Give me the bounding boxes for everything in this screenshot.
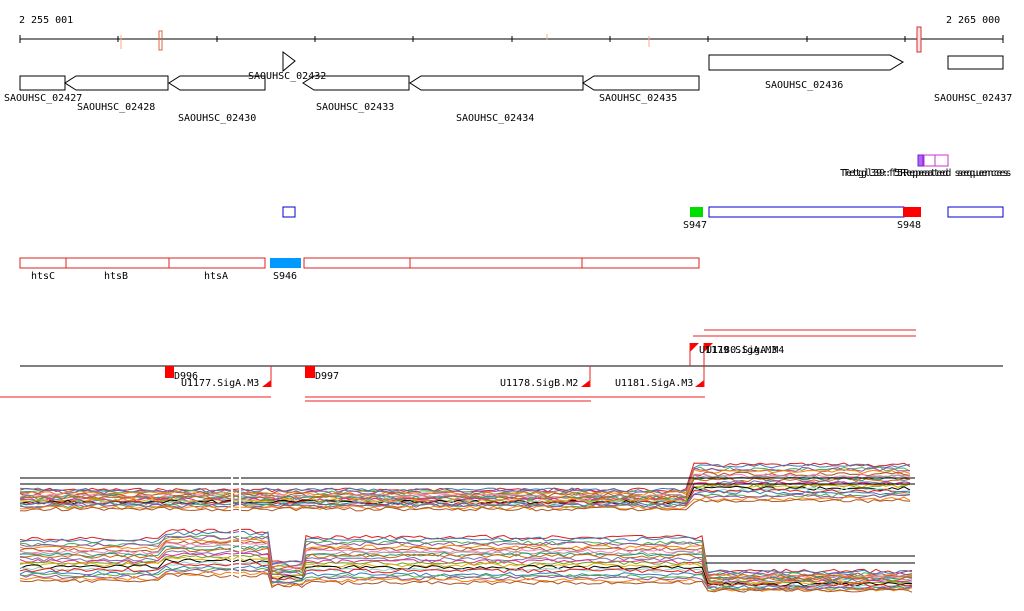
gene-sauohsc-02434[interactable] bbox=[409, 75, 584, 91]
s946-feature[interactable] bbox=[270, 258, 301, 268]
gene-sauohsc-02437[interactable] bbox=[947, 55, 1004, 70]
expression-track-bottom bbox=[19, 528, 913, 593]
expression-trace bbox=[19, 462, 911, 493]
ruler-left-label: 2 255 001 bbox=[19, 15, 73, 26]
gene-sauohsc-02428[interactable] bbox=[64, 75, 169, 91]
u1178-label: U1178.SigB.M2 bbox=[500, 378, 578, 389]
d996-marker[interactable] bbox=[165, 366, 174, 378]
d997-marker[interactable] bbox=[305, 366, 315, 378]
u1181-label: U1181.SigA.M3 bbox=[615, 378, 693, 389]
gene-label: SAOUHSC_02427 bbox=[4, 93, 82, 104]
s948-feature[interactable] bbox=[903, 207, 921, 217]
s947-feature[interactable] bbox=[690, 207, 703, 217]
u1177-label: U1177.SigA.M3 bbox=[181, 378, 259, 389]
promoter-track: D996 D997 U1177.SigA.M3 U1178.SigB.M2 U1… bbox=[0, 329, 1003, 402]
s-feature-box[interactable] bbox=[947, 206, 1004, 218]
gene-labels: SAOUHSC_02427 SAOUHSC_02428 SAOUHSC_0243… bbox=[4, 71, 1012, 124]
operon-track: htsC htsB htsA S946 bbox=[19, 257, 700, 282]
htsb-feature[interactable] bbox=[65, 257, 170, 269]
operon-feature[interactable] bbox=[581, 257, 700, 269]
operon-feature[interactable] bbox=[303, 257, 411, 269]
promoter-arrow[interactable] bbox=[690, 343, 699, 352]
promoter-arrow[interactable] bbox=[695, 380, 704, 387]
gene-track bbox=[19, 51, 1004, 91]
expression-track-top bbox=[19, 462, 911, 512]
gene-sauohsc-02432[interactable] bbox=[282, 51, 296, 73]
gene-label: SAOUHSC_02434 bbox=[456, 113, 534, 124]
gene-label: SAOUHSC_02437 bbox=[934, 93, 1012, 104]
gene-label: SAOUHSC_02432 bbox=[248, 71, 326, 82]
repeat-track: Tetgl39:f5Repeated sequences Tetgl39:f5R… bbox=[840, 154, 1012, 179]
htsb-label: htsB bbox=[104, 271, 128, 282]
repeat-label: Tetgl39:f5Repeated sequences bbox=[843, 168, 1012, 179]
gene-sauohsc-02436[interactable] bbox=[708, 54, 905, 71]
genome-browser: 2 255 001 2 265 000 SAOUHSC_02427 SAOUHS… bbox=[0, 15, 1012, 593]
ruler-right-label: 2 265 000 bbox=[946, 15, 1000, 26]
u1180-label: U1180.SigA.M4 bbox=[706, 345, 784, 356]
s946-label: S946 bbox=[273, 271, 297, 282]
s-feature-box[interactable] bbox=[282, 206, 296, 218]
gene-label: SAOUHSC_02430 bbox=[178, 113, 256, 124]
htsa-feature[interactable] bbox=[168, 257, 266, 269]
repeat-feature[interactable] bbox=[917, 154, 924, 167]
d997-label: D997 bbox=[315, 371, 339, 382]
s-feature-track: S947 S948 bbox=[282, 206, 1004, 231]
s948-label: S948 bbox=[897, 220, 921, 231]
coordinate-ruler: 2 255 001 2 265 000 bbox=[19, 15, 1004, 53]
gene-label: SAOUHSC_02433 bbox=[316, 102, 394, 113]
s947-label: S947 bbox=[683, 220, 707, 231]
gene-sauohsc-02435[interactable] bbox=[582, 75, 700, 91]
gene-label: SAOUHSC_02428 bbox=[77, 102, 155, 113]
operon-feature[interactable] bbox=[409, 257, 583, 269]
htsa-label: htsA bbox=[204, 271, 228, 282]
repeat-feature[interactable] bbox=[923, 154, 949, 167]
htsc-label: htsC bbox=[31, 271, 55, 282]
gene-sauohsc-02427[interactable] bbox=[19, 75, 66, 91]
promoter-arrow[interactable] bbox=[262, 380, 271, 387]
promoter-arrow[interactable] bbox=[581, 380, 590, 387]
gene-label: SAOUHSC_02435 bbox=[599, 93, 677, 104]
s-feature-box[interactable] bbox=[708, 206, 905, 218]
gene-label: SAOUHSC_02436 bbox=[765, 80, 843, 91]
htsc-feature[interactable] bbox=[19, 257, 67, 269]
